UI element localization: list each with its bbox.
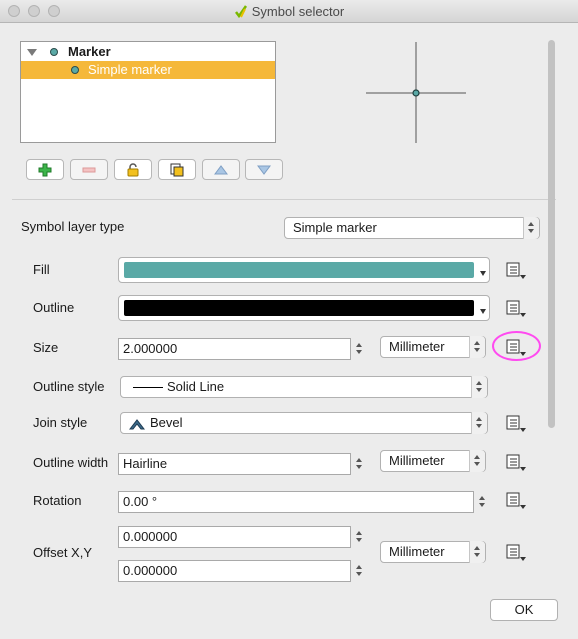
rotation-label: Rotation xyxy=(33,493,82,508)
outline-color-swatch xyxy=(124,300,474,316)
offset-y-stepper[interactable] xyxy=(353,560,366,582)
lock-layer-button[interactable] xyxy=(114,159,152,180)
join-style-label: Join style xyxy=(33,415,88,430)
plus-icon xyxy=(38,163,52,177)
dropdown-arrow-icon[interactable] xyxy=(480,309,486,314)
solid-line-icon xyxy=(133,387,163,389)
tree-item-simple-marker[interactable]: Simple marker xyxy=(21,61,275,79)
tree-item-marker[interactable]: Marker xyxy=(21,43,275,61)
highlight-ring xyxy=(492,331,541,361)
offset-unit-select[interactable]: Millimeter xyxy=(380,541,486,563)
divider xyxy=(12,199,556,200)
offset-x-input[interactable]: 0.000000 xyxy=(118,526,351,548)
select-value: Bevel xyxy=(150,415,183,430)
select-value: Millimeter xyxy=(389,453,445,468)
symbol-layer-type-label: Symbol layer type xyxy=(21,219,125,234)
offset-y-input[interactable]: 0.000000 xyxy=(118,560,351,582)
rotation-input[interactable]: 0.00 ° xyxy=(118,491,474,513)
title-bar: Symbol selector xyxy=(0,0,578,23)
ok-button[interactable]: OK xyxy=(490,599,558,621)
outline-width-unit-select[interactable]: Millimeter xyxy=(380,450,486,472)
duplicate-layer-button[interactable] xyxy=(158,159,196,180)
move-up-button[interactable] xyxy=(202,159,240,180)
add-layer-button[interactable] xyxy=(26,159,64,180)
rotation-stepper[interactable] xyxy=(476,491,489,513)
move-down-button[interactable] xyxy=(245,159,283,180)
qgis-app-icon xyxy=(234,5,248,19)
data-defined-override-icon[interactable] xyxy=(505,299,529,319)
select-arrows-icon xyxy=(471,412,487,434)
remove-layer-button[interactable] xyxy=(70,159,108,180)
minus-icon xyxy=(82,167,96,173)
select-arrows-icon xyxy=(469,450,485,472)
join-style-select[interactable]: Bevel xyxy=(120,412,488,434)
arrow-down-icon xyxy=(257,165,271,175)
data-defined-override-icon[interactable] xyxy=(505,261,529,281)
marker-dot-icon xyxy=(71,66,79,74)
select-value: Simple marker xyxy=(293,220,377,235)
symbol-layer-type-select[interactable]: Simple marker xyxy=(284,217,540,239)
scrollbar-thumb[interactable] xyxy=(548,40,555,428)
offset-label: Offset X,Y xyxy=(33,545,93,560)
select-value: Solid Line xyxy=(167,379,225,394)
symbol-layer-tree[interactable]: Marker Simple marker xyxy=(20,41,276,143)
select-value: Millimeter xyxy=(389,544,445,559)
marker-dot-icon xyxy=(50,48,58,56)
fill-color-swatch xyxy=(124,262,474,278)
select-arrows-icon xyxy=(523,217,539,239)
size-label: Size xyxy=(33,340,59,355)
outline-width-label: Outline width xyxy=(33,455,109,470)
data-defined-override-icon[interactable] xyxy=(505,491,529,511)
fill-label: Fill xyxy=(33,262,50,277)
fill-color-button[interactable] xyxy=(118,257,490,283)
size-unit-select[interactable]: Millimeter xyxy=(380,336,486,358)
bevel-join-icon xyxy=(129,419,145,430)
data-defined-override-icon[interactable] xyxy=(505,453,529,473)
tree-item-label: Simple marker xyxy=(88,62,172,77)
data-defined-override-icon[interactable] xyxy=(505,543,529,563)
select-arrows-icon xyxy=(469,336,485,358)
lock-icon xyxy=(127,163,139,177)
size-stepper[interactable] xyxy=(353,338,366,360)
dropdown-arrow-icon[interactable] xyxy=(480,271,486,276)
outline-label: Outline xyxy=(33,300,75,315)
expand-triangle-icon[interactable] xyxy=(27,49,37,56)
data-defined-override-icon[interactable] xyxy=(505,414,529,434)
outline-width-stepper[interactable] xyxy=(353,453,366,475)
outline-style-label: Outline style xyxy=(33,379,105,394)
select-arrows-icon xyxy=(471,376,487,398)
outline-style-select[interactable]: Solid Line xyxy=(120,376,488,398)
duplicate-icon xyxy=(170,163,184,177)
select-arrows-icon xyxy=(469,541,485,563)
offset-x-stepper[interactable] xyxy=(353,526,366,548)
tree-item-label: Marker xyxy=(68,44,111,59)
symbol-preview xyxy=(366,42,466,143)
outline-width-input[interactable]: Hairline xyxy=(118,453,351,475)
size-input[interactable]: 2.000000 xyxy=(118,338,351,360)
select-value: Millimeter xyxy=(389,339,445,354)
window-title: Symbol selector xyxy=(251,4,345,19)
outline-color-button[interactable] xyxy=(118,295,490,321)
arrow-up-icon xyxy=(214,165,228,175)
